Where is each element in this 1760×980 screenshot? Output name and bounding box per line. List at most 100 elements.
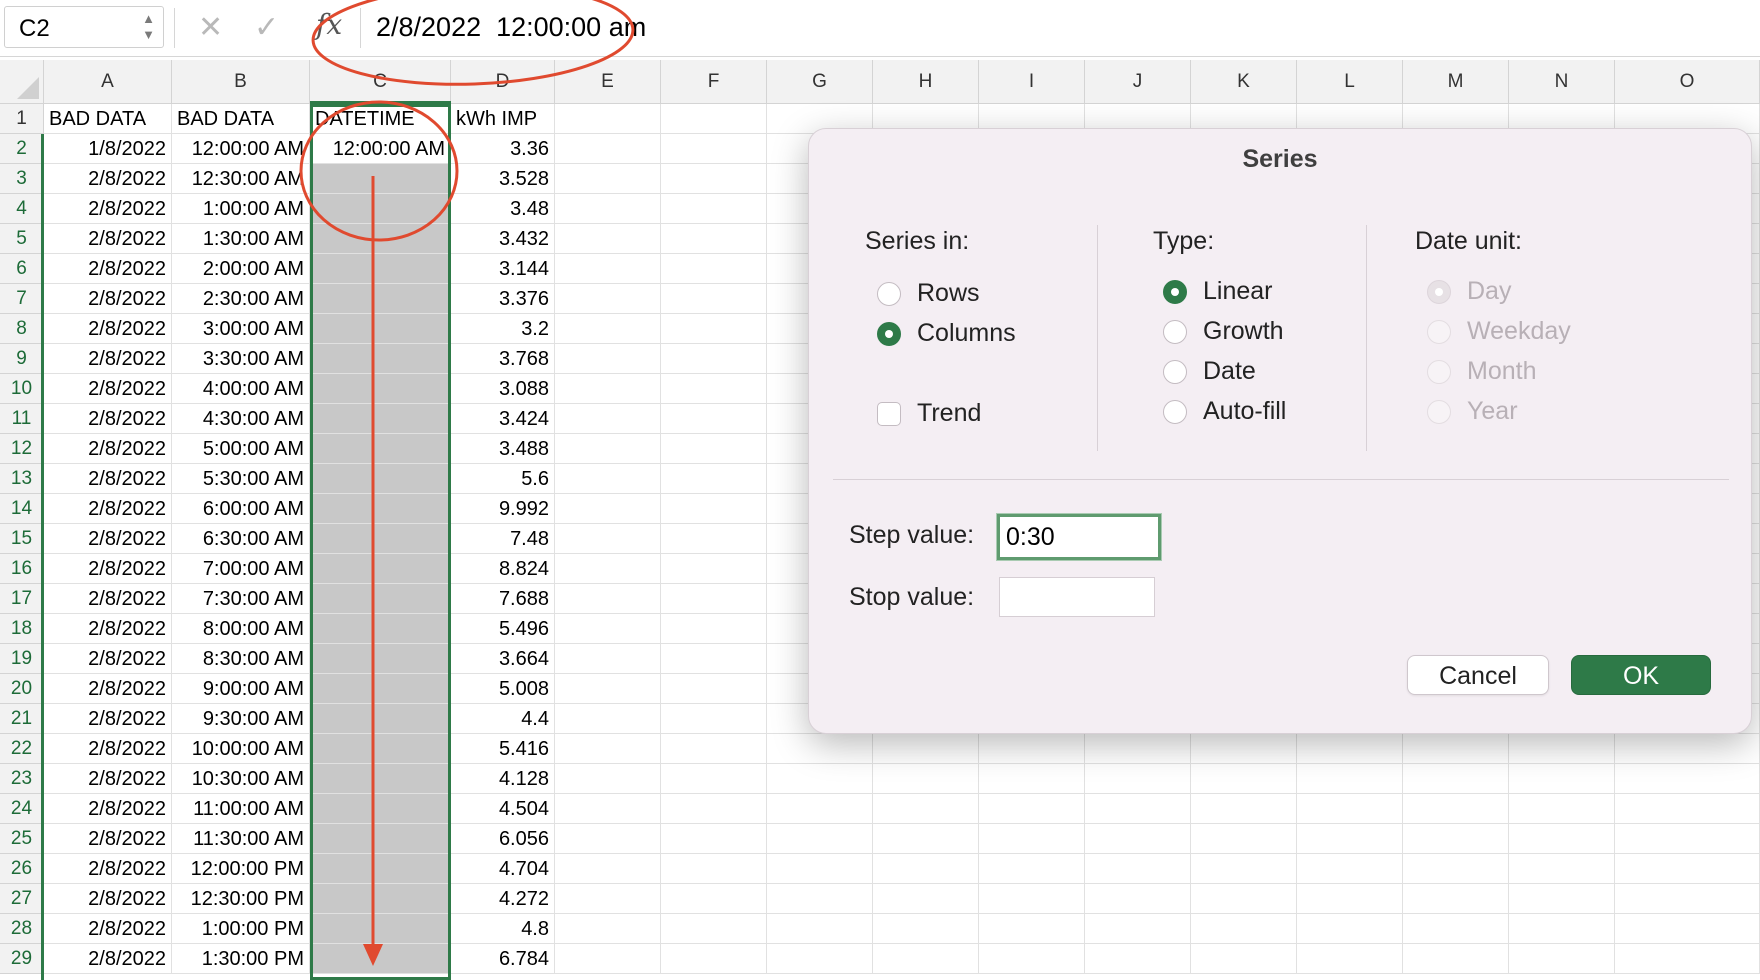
column-header-c[interactable]: C bbox=[310, 60, 451, 104]
radio-auto-fill[interactable]: Auto-fill bbox=[1163, 397, 1286, 426]
column-header-a[interactable]: A bbox=[44, 60, 172, 104]
table-cell[interactable]: 5.416 bbox=[451, 734, 555, 764]
table-cell[interactable]: 10:30:00 AM bbox=[172, 764, 310, 794]
table-cell[interactable] bbox=[555, 374, 661, 404]
step-value-input[interactable] bbox=[997, 514, 1161, 560]
row-header-29[interactable]: 29 bbox=[0, 944, 44, 974]
table-cell[interactable] bbox=[1297, 884, 1403, 914]
header-cell[interactable] bbox=[555, 104, 661, 134]
radio-columns-indicator[interactable] bbox=[877, 321, 901, 346]
table-cell[interactable] bbox=[1403, 884, 1509, 914]
table-cell[interactable]: 4.8 bbox=[451, 914, 555, 944]
column-header-k[interactable]: K bbox=[1191, 60, 1297, 104]
table-cell[interactable] bbox=[1191, 824, 1297, 854]
table-cell[interactable]: 3.48 bbox=[451, 194, 555, 224]
table-cell[interactable] bbox=[1615, 914, 1760, 944]
table-cell[interactable]: 7:00:00 AM bbox=[172, 554, 310, 584]
table-cell[interactable] bbox=[1297, 764, 1403, 794]
table-cell[interactable] bbox=[661, 884, 767, 914]
table-cell[interactable] bbox=[555, 464, 661, 494]
header-cell[interactable] bbox=[661, 104, 767, 134]
table-cell[interactable]: 3.36 bbox=[451, 134, 555, 164]
table-cell[interactable] bbox=[979, 794, 1085, 824]
table-cell[interactable] bbox=[1085, 944, 1191, 974]
table-cell[interactable] bbox=[555, 794, 661, 824]
table-cell[interactable]: 2/8/2022 bbox=[44, 224, 172, 254]
table-cell[interactable]: 2/8/2022 bbox=[44, 164, 172, 194]
table-cell[interactable] bbox=[555, 524, 661, 554]
radio-linear[interactable]: Linear bbox=[1163, 277, 1273, 306]
table-cell[interactable]: 2:00:00 AM bbox=[172, 254, 310, 284]
table-cell[interactable] bbox=[1085, 884, 1191, 914]
column-header-h[interactable]: H bbox=[873, 60, 979, 104]
row-header-22[interactable]: 22 bbox=[0, 734, 44, 764]
row-header-25[interactable]: 25 bbox=[0, 824, 44, 854]
table-cell[interactable] bbox=[1509, 944, 1615, 974]
table-cell[interactable] bbox=[1615, 854, 1760, 884]
table-cell[interactable]: 3.2 bbox=[451, 314, 555, 344]
column-header-g[interactable]: G bbox=[767, 60, 873, 104]
table-cell[interactable]: 4.4 bbox=[451, 704, 555, 734]
table-cell[interactable] bbox=[1191, 914, 1297, 944]
row-header-19[interactable]: 19 bbox=[0, 644, 44, 674]
table-cell[interactable] bbox=[555, 674, 661, 704]
radio-rows-indicator[interactable] bbox=[877, 281, 901, 306]
table-cell[interactable] bbox=[555, 884, 661, 914]
table-cell[interactable]: 4:00:00 AM bbox=[172, 374, 310, 404]
table-cell[interactable] bbox=[555, 854, 661, 884]
table-cell[interactable] bbox=[661, 164, 767, 194]
table-cell[interactable]: 4.272 bbox=[451, 884, 555, 914]
table-cell[interactable] bbox=[873, 734, 979, 764]
table-cell[interactable] bbox=[1297, 944, 1403, 974]
table-cell[interactable]: 12:00:00 AM bbox=[172, 134, 310, 164]
formula-input[interactable]: 2/8/2022 12:00:00 am bbox=[376, 12, 646, 43]
table-cell[interactable]: 9:00:00 AM bbox=[172, 674, 310, 704]
table-cell[interactable] bbox=[661, 944, 767, 974]
row-header-21[interactable]: 21 bbox=[0, 704, 44, 734]
table-cell[interactable]: 2/8/2022 bbox=[44, 584, 172, 614]
table-cell[interactable] bbox=[661, 734, 767, 764]
table-cell[interactable] bbox=[555, 824, 661, 854]
table-cell[interactable] bbox=[1085, 854, 1191, 884]
table-cell[interactable] bbox=[1191, 794, 1297, 824]
table-cell[interactable] bbox=[873, 854, 979, 884]
table-cell[interactable]: 4.504 bbox=[451, 794, 555, 824]
table-cell[interactable] bbox=[1191, 854, 1297, 884]
table-cell[interactable] bbox=[873, 824, 979, 854]
table-cell[interactable] bbox=[767, 884, 873, 914]
header-cell[interactable]: BAD DATA bbox=[44, 104, 172, 134]
table-cell[interactable] bbox=[555, 194, 661, 224]
table-cell[interactable] bbox=[1403, 944, 1509, 974]
column-header-d[interactable]: D bbox=[451, 60, 555, 104]
table-cell[interactable]: 4.128 bbox=[451, 764, 555, 794]
row-header-23[interactable]: 23 bbox=[0, 764, 44, 794]
table-cell[interactable]: 8:00:00 AM bbox=[172, 614, 310, 644]
table-cell[interactable] bbox=[555, 944, 661, 974]
table-cell[interactable] bbox=[555, 404, 661, 434]
row-header-11[interactable]: 11 bbox=[0, 404, 44, 434]
table-cell[interactable] bbox=[1509, 914, 1615, 944]
table-cell[interactable] bbox=[555, 224, 661, 254]
row-header-27[interactable]: 27 bbox=[0, 884, 44, 914]
table-cell[interactable] bbox=[979, 914, 1085, 944]
table-cell[interactable] bbox=[1403, 764, 1509, 794]
table-cell[interactable]: 4.704 bbox=[451, 854, 555, 884]
radio-date-indicator[interactable] bbox=[1163, 359, 1187, 384]
table-cell[interactable]: 5:30:00 AM bbox=[172, 464, 310, 494]
table-cell[interactable] bbox=[555, 134, 661, 164]
table-cell[interactable]: 12:30:00 AM bbox=[172, 164, 310, 194]
table-cell[interactable]: 6.056 bbox=[451, 824, 555, 854]
table-cell[interactable]: 3:00:00 AM bbox=[172, 314, 310, 344]
table-cell[interactable] bbox=[661, 464, 767, 494]
table-cell[interactable] bbox=[661, 764, 767, 794]
row-header-8[interactable]: 8 bbox=[0, 314, 44, 344]
table-cell[interactable] bbox=[1615, 824, 1760, 854]
table-cell[interactable] bbox=[555, 644, 661, 674]
function-icon[interactable]: fx bbox=[316, 8, 342, 41]
row-header-15[interactable]: 15 bbox=[0, 524, 44, 554]
column-header-l[interactable]: L bbox=[1297, 60, 1403, 104]
radio-growth[interactable]: Growth bbox=[1163, 317, 1284, 346]
table-cell[interactable]: 4:30:00 AM bbox=[172, 404, 310, 434]
table-cell[interactable] bbox=[1615, 734, 1760, 764]
table-cell[interactable] bbox=[767, 764, 873, 794]
